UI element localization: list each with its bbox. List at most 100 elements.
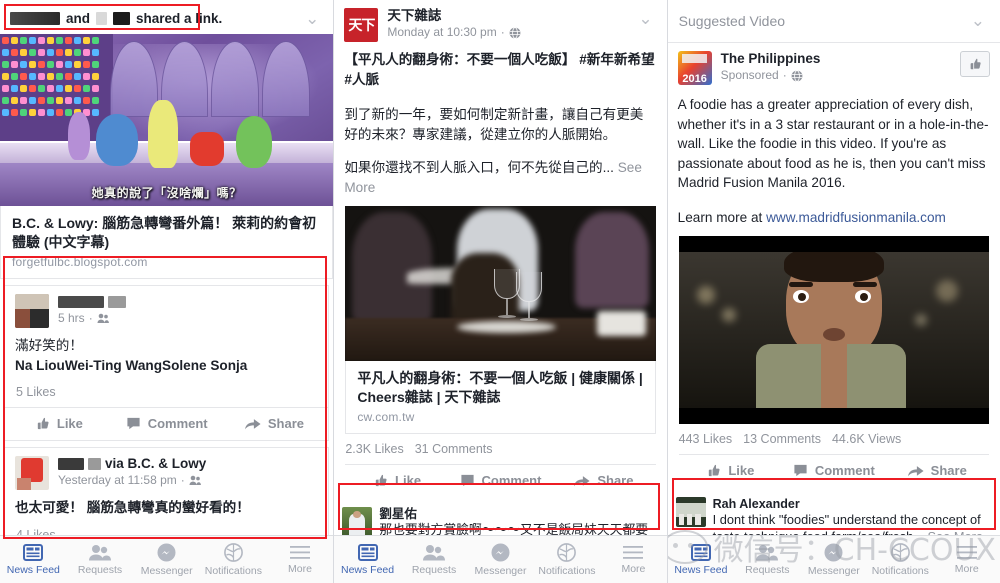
comments-count[interactable]: 13 Comments <box>743 432 821 446</box>
substory-card-1: 5 hrs · 滿好笑的！ Na LiouWei-Ting WangSolene… <box>4 285 330 441</box>
tab-bar-middle: News Feed Requests Messenger Notificatio… <box>334 535 667 583</box>
decor-bokeh-3 <box>935 280 958 303</box>
advertiser-logo-text: 2016 <box>682 73 707 85</box>
ad-copy: A foodie has a greater appreciation of e… <box>677 97 989 190</box>
page-name[interactable]: 天下雜誌 <box>387 8 634 24</box>
substory-message-2: 也太可愛！ 腦筋急轉彎真的蠻好看的！ <box>15 500 250 515</box>
tab-messenger[interactable]: Messenger <box>467 543 533 577</box>
like-button[interactable]: Like <box>345 473 448 488</box>
tab-label: Messenger <box>140 564 193 577</box>
comment-button[interactable]: Comment <box>113 416 221 431</box>
share-button[interactable]: Share <box>221 416 329 431</box>
ad-video[interactable] <box>678 236 989 424</box>
tab-messenger[interactable]: Messenger <box>133 543 200 577</box>
redacted-name-3 <box>113 12 131 25</box>
tab-label: News Feed <box>6 563 60 576</box>
notifications-icon <box>557 542 577 562</box>
like-label: Like <box>728 463 755 478</box>
tab-requests[interactable]: Requests <box>67 544 134 576</box>
notifications-icon <box>223 542 243 562</box>
chevron-down-icon[interactable]: ⌄ <box>301 8 323 29</box>
character-fear <box>68 112 90 160</box>
page-logo[interactable]: 天下 <box>344 8 379 42</box>
attachment-host: cw.com.tw <box>357 410 415 424</box>
globe-icon <box>791 69 803 82</box>
redacted-commenter-name-1 <box>58 296 104 309</box>
suggested-video-header: Suggested Video ⌄ <box>667 0 1000 43</box>
chevron-down-icon[interactable]: ⌄ <box>967 10 989 31</box>
post-counts-right: 443 Likes 13 Comments 44.6K Views <box>668 424 1000 454</box>
tab-requests[interactable]: Requests <box>401 544 467 576</box>
facebook-newsfeed-triptych: and shared a link. ⌄ 她真的說了「沒啥爛」嗎？ B.C. &… <box>0 0 1000 583</box>
comment-label: Comment <box>481 473 542 488</box>
decor-wine-glass-2 <box>516 271 542 324</box>
substory-header-2: via B.C. & Lowy Yesterday at 11:58 pm · <box>5 448 328 496</box>
advertiser-name[interactable]: The Philippines <box>721 51 960 67</box>
tab-news-feed[interactable]: News Feed <box>0 543 67 576</box>
like-label: Like <box>395 473 422 488</box>
more-icon <box>290 545 311 559</box>
share-button[interactable]: Share <box>552 473 655 488</box>
header-shared-link: shared a link. <box>136 11 223 26</box>
header-and: and <box>66 11 91 26</box>
learn-more-link[interactable]: www.madridfusionmanila.com <box>766 210 946 225</box>
column-left: and shared a link. ⌄ 她真的說了「沒啥爛」嗎？ B.C. &… <box>0 0 334 583</box>
image-subtitle: 她真的說了「沒啥爛」嗎？ <box>91 186 242 200</box>
like-button[interactable]: Like <box>679 463 782 478</box>
character-joy <box>148 100 178 168</box>
decor-bokeh-1 <box>697 286 716 305</box>
avatar[interactable] <box>342 507 373 537</box>
action-bar-right: Like Comment Share <box>678 454 989 487</box>
redacted-commenter-name-2b <box>88 458 101 470</box>
globe-icon <box>509 26 521 39</box>
sponsored-label: Sponsored <box>720 68 779 82</box>
comment-author[interactable]: Rah Alexander <box>713 497 992 512</box>
comment-author[interactable]: 劉星佑 <box>379 507 658 522</box>
comments-count[interactable]: 31 Comments <box>415 442 493 456</box>
column-right: Suggested Video ⌄ 2016 The Philippines S… <box>666 0 1000 583</box>
link-attachment-left[interactable]: B.C. & Lowy: 腦筋急轉彎番外篇！ 萊莉的約會初體驗 (中文字幕) f… <box>0 206 334 279</box>
requests-icon <box>89 544 111 560</box>
substory-via-2: via B.C. & Lowy <box>105 456 207 471</box>
avatar[interactable] <box>15 294 49 328</box>
messenger-icon <box>491 543 510 561</box>
post-image-restaurant[interactable] <box>345 206 656 361</box>
link-attachment-middle[interactable]: 平凡人的翻身術：不要一個人吃飯 | 健康關係 | Cheers雜誌 | 天下雜誌… <box>345 361 656 434</box>
redacted-name-1 <box>10 12 60 25</box>
tab-label: Messenger <box>474 564 527 577</box>
like-label: Like <box>56 416 83 431</box>
ad-header: 2016 The Philippines Sponsored · <box>668 43 1000 91</box>
tab-notifications[interactable]: Notifications <box>534 542 600 577</box>
likes-count: 443 Likes <box>678 432 733 446</box>
news-feed-icon <box>357 543 378 561</box>
tab-label: Requests <box>411 563 457 576</box>
avatar[interactable] <box>675 497 706 527</box>
tab-notifications[interactable]: Notifications <box>200 542 267 577</box>
redacted-name-2 <box>96 12 108 25</box>
decor-bulb-wall <box>0 34 114 141</box>
messenger-icon <box>157 543 176 561</box>
comment-button[interactable]: Comment <box>449 473 552 488</box>
comment-button[interactable]: Comment <box>782 463 885 478</box>
tab-label: Notifications <box>204 564 262 577</box>
chevron-down-icon[interactable]: ⌄ <box>634 8 656 29</box>
character-anger <box>190 132 224 166</box>
ad-body: A foodie has a greater appreciation of e… <box>668 91 1000 227</box>
dot-separator: · <box>88 311 93 325</box>
post-image-inside-out[interactable]: 她真的說了「沒啥爛」嗎？ <box>0 34 334 206</box>
avatar[interactable] <box>15 456 49 490</box>
tab-more[interactable]: More <box>600 545 666 575</box>
substory-message-1: 滿好笑的！ <box>15 338 83 353</box>
attachment-title: 平凡人的翻身術：不要一個人吃飯 | 健康關係 | Cheers雜誌 | 天下雜誌 <box>357 370 643 405</box>
tab-more[interactable]: More <box>267 545 334 575</box>
advertiser-logo[interactable]: 2016 <box>677 51 712 85</box>
share-button[interactable]: Share <box>886 463 989 478</box>
decor-person-face <box>755 252 909 408</box>
tab-news-feed[interactable]: News Feed <box>334 543 400 576</box>
like-button[interactable]: Like <box>5 416 113 431</box>
page-like-button[interactable] <box>959 51 990 77</box>
decor-napkin <box>596 311 647 337</box>
redacted-commenter-name-1b <box>108 296 126 309</box>
tab-label: More <box>288 562 312 575</box>
decor-person-right <box>574 212 650 309</box>
